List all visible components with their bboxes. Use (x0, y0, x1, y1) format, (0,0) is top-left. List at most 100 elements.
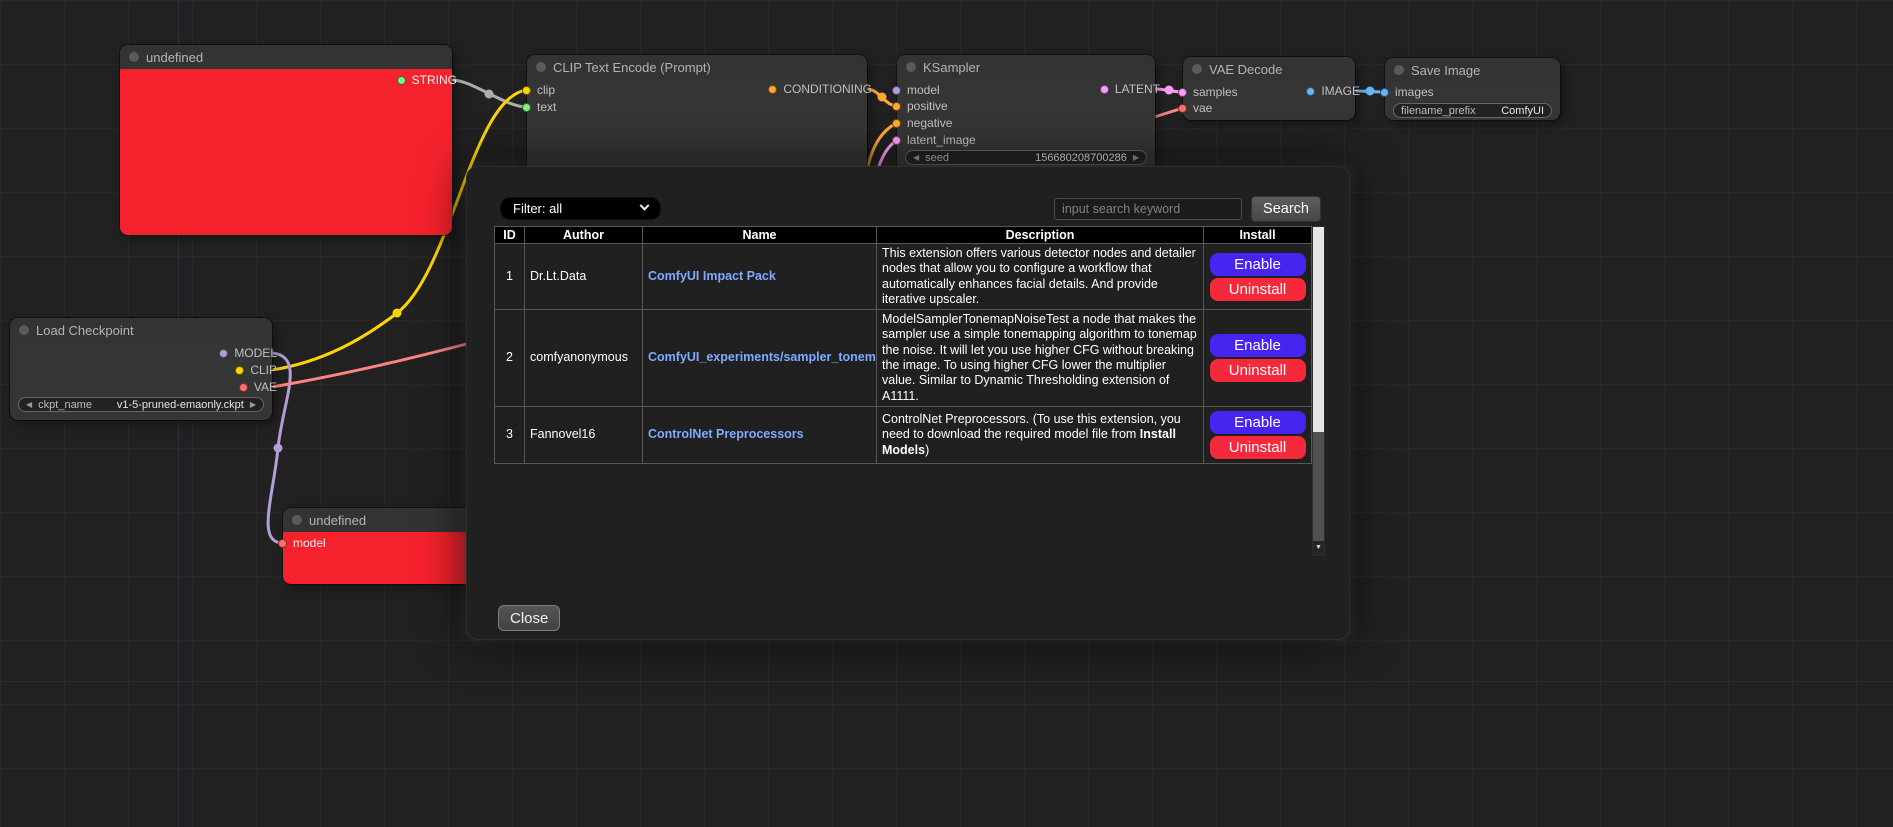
output-slot-latent[interactable]: LATENT (1100, 82, 1160, 96)
clip-output-dot[interactable] (235, 366, 244, 375)
collapse-dot-icon[interactable] (1192, 64, 1202, 74)
manager-dialog: Filter: all Search ID Author Name Descri… (466, 166, 1350, 640)
table-scrollbar[interactable]: ▼ (1312, 226, 1325, 556)
input-slot-vae[interactable]: vae (1178, 101, 1212, 115)
scrollbar-thumb[interactable] (1313, 227, 1324, 432)
node-undefined-top[interactable]: undefined STRING (120, 45, 452, 235)
node-title: undefined (146, 50, 203, 65)
node-save-image[interactable]: Save Image images filename_prefix ComfyU… (1385, 58, 1560, 120)
scroll-down-icon[interactable]: ▼ (1313, 541, 1324, 555)
prev-arrow-icon[interactable]: ◀ (913, 150, 919, 165)
filename-prefix-widget[interactable]: filename_prefix ComfyUI (1393, 103, 1552, 118)
input-slot-model[interactable]: model (892, 83, 940, 97)
node-title: Save Image (1411, 63, 1480, 78)
output-slot-image[interactable]: IMAGE (1306, 84, 1360, 98)
node-title-bar[interactable]: Load Checkpoint (10, 318, 272, 342)
table-row: 3 Fannovel16 ControlNet Preprocessors Co… (495, 406, 1312, 463)
uninstall-button[interactable]: Uninstall (1210, 436, 1306, 459)
input-slot-positive[interactable]: positive (892, 99, 948, 113)
node-title-bar[interactable]: undefined (120, 45, 452, 69)
node-title: KSampler (923, 60, 980, 75)
output-slot-model[interactable]: MODEL (219, 346, 277, 360)
string-output-dot[interactable] (397, 76, 406, 85)
negative-input-dot[interactable] (892, 119, 901, 128)
collapse-dot-icon[interactable] (129, 52, 139, 62)
clip-input-dot[interactable] (522, 86, 531, 95)
model-input-dot[interactable] (278, 539, 287, 548)
input-slot-clip[interactable]: clip (522, 83, 555, 97)
input-slot-latent-image[interactable]: latent_image (892, 133, 976, 147)
vae-input-dot[interactable] (1178, 104, 1187, 113)
extension-link[interactable]: ComfyUI Impact Pack (648, 269, 776, 283)
search-input[interactable] (1054, 198, 1242, 220)
extension-id: 3 (495, 406, 525, 463)
column-header-description: Description (877, 227, 1204, 244)
node-title-bar[interactable]: VAE Decode (1183, 57, 1355, 81)
latent-output-dot[interactable] (1100, 85, 1109, 94)
collapse-dot-icon[interactable] (1394, 65, 1404, 75)
extension-author: Fannovel16 (525, 406, 643, 463)
collapse-dot-icon[interactable] (906, 62, 916, 72)
output-slot-clip[interactable]: CLIP (235, 363, 277, 377)
ckpt-name-widget[interactable]: ◀ ckpt_name v1-5-pruned-emaonly.ckpt ▶ (18, 397, 264, 412)
collapse-dot-icon[interactable] (19, 325, 29, 335)
node-title-bar[interactable]: KSampler (897, 55, 1155, 79)
extension-link[interactable]: ControlNet Preprocessors (648, 427, 804, 441)
image-output-dot[interactable] (1306, 87, 1315, 96)
model-input-dot[interactable] (892, 86, 901, 95)
node-title-bar[interactable]: undefined (283, 508, 483, 532)
column-header-id: ID (495, 227, 525, 244)
node-load-checkpoint[interactable]: Load Checkpoint MODEL CLIP VAE ◀ ckpt_na… (10, 318, 272, 420)
next-arrow-icon[interactable]: ▶ (250, 397, 256, 412)
node-title-bar[interactable]: Save Image (1385, 58, 1560, 82)
seed-widget[interactable]: ◀ seed 156680208700286 ▶ (905, 150, 1147, 165)
output-slot-vae[interactable]: VAE (239, 380, 277, 394)
next-arrow-icon[interactable]: ▶ (1133, 150, 1139, 165)
extension-description: ModelSamplerTonemapNoiseTest a node that… (877, 310, 1204, 407)
chevron-down-icon (640, 201, 650, 211)
input-slot-images[interactable]: images (1380, 85, 1434, 99)
node-title: undefined (309, 513, 366, 528)
node-title: CLIP Text Encode (Prompt) (553, 60, 711, 75)
extension-link[interactable]: ComfyUI_experiments/sampler_tonemap (648, 350, 877, 364)
uninstall-button[interactable]: Uninstall (1210, 359, 1306, 382)
extension-description: ControlNet Preprocessors. (To use this e… (877, 406, 1204, 463)
input-slot-text[interactable]: text (522, 100, 556, 114)
extensions-table: ID Author Name Description Install 1 Dr.… (494, 226, 1312, 464)
enable-button[interactable]: Enable (1210, 253, 1306, 276)
input-slot-samples[interactable]: samples (1178, 85, 1238, 99)
dialog-controls: Filter: all Search (500, 196, 1321, 223)
enable-button[interactable]: Enable (1210, 334, 1306, 357)
conditioning-output-dot[interactable] (768, 85, 777, 94)
node-title: Load Checkpoint (36, 323, 134, 338)
positive-input-dot[interactable] (892, 102, 901, 111)
samples-input-dot[interactable] (1178, 88, 1187, 97)
vae-output-dot[interactable] (239, 383, 248, 392)
filter-select[interactable]: Filter: all (500, 197, 661, 220)
node-title-bar[interactable]: CLIP Text Encode (Prompt) (527, 55, 867, 79)
uninstall-button[interactable]: Uninstall (1210, 278, 1306, 301)
table-row: 2 comfyanonymous ComfyUI_experiments/sam… (495, 310, 1312, 407)
model-output-dot[interactable] (219, 349, 228, 358)
input-slot-negative[interactable]: negative (892, 116, 952, 130)
images-input-dot[interactable] (1380, 88, 1389, 97)
collapse-dot-icon[interactable] (292, 515, 302, 525)
latent-image-input-dot[interactable] (892, 136, 901, 145)
search-button[interactable]: Search (1251, 196, 1321, 222)
enable-button[interactable]: Enable (1210, 411, 1306, 434)
collapse-dot-icon[interactable] (536, 62, 546, 72)
text-input-dot[interactable] (522, 103, 531, 112)
extension-author: comfyanonymous (525, 310, 643, 407)
extension-id: 1 (495, 244, 525, 310)
extension-id: 2 (495, 310, 525, 407)
input-slot-model[interactable]: model (278, 536, 326, 550)
node-title: VAE Decode (1209, 62, 1282, 77)
close-button[interactable]: Close (498, 605, 560, 631)
table-header-row: ID Author Name Description Install (495, 227, 1312, 244)
output-slot-string[interactable]: STRING (397, 73, 457, 87)
column-header-install: Install (1204, 227, 1312, 244)
output-slot-conditioning[interactable]: CONDITIONING (768, 82, 872, 96)
node-undefined-bottom[interactable]: undefined model (283, 508, 483, 584)
node-vae-decode[interactable]: VAE Decode samples vae IMAGE (1183, 57, 1355, 120)
prev-arrow-icon[interactable]: ◀ (26, 397, 32, 412)
